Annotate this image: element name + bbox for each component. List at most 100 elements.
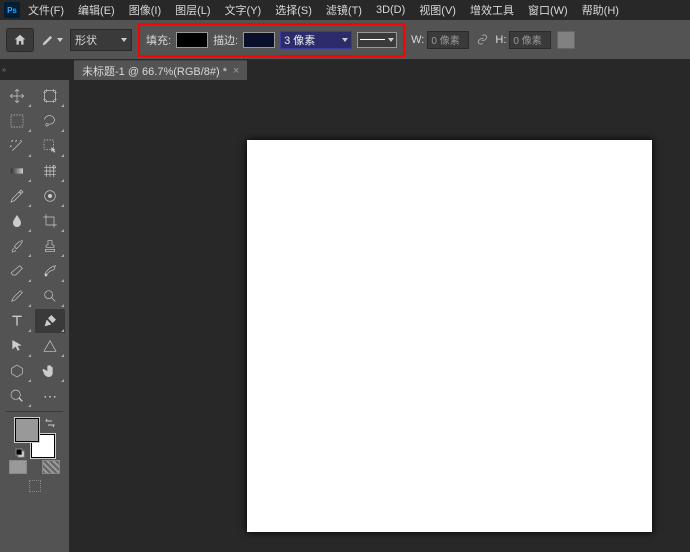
- crop-tool[interactable]: [35, 209, 65, 233]
- zoom-tool[interactable]: [2, 384, 32, 408]
- link-icon: [477, 34, 488, 45]
- stroke-style-select[interactable]: [357, 32, 397, 48]
- menu-help[interactable]: 帮助(H): [576, 1, 625, 19]
- pencil-tool[interactable]: [2, 284, 32, 308]
- quick-mask-row: [2, 460, 67, 474]
- foreground-color-swatch[interactable]: [15, 418, 39, 442]
- lasso-tool[interactable]: [35, 109, 65, 133]
- type-icon: [9, 313, 25, 329]
- arrow-icon: [9, 338, 25, 354]
- document-tab-title: 未标题-1 @ 66.7%(RGB/8#) *: [82, 63, 227, 79]
- screen-mode-button[interactable]: [29, 480, 41, 492]
- fill-swatch[interactable]: [176, 32, 208, 48]
- home-icon: [13, 33, 27, 47]
- eraser-tool[interactable]: [2, 259, 32, 283]
- stroke-width-input[interactable]: 3 像素: [280, 31, 352, 49]
- hand-icon: [42, 363, 58, 379]
- path-align-button[interactable]: [557, 31, 575, 49]
- path-select-tool[interactable]: [2, 334, 32, 358]
- app-logo: Ps: [4, 2, 20, 18]
- menu-filter[interactable]: 滤镜(T): [320, 1, 368, 19]
- menu-select[interactable]: 选择(S): [269, 1, 318, 19]
- marquee-icon: [9, 113, 25, 129]
- home-button[interactable]: [6, 28, 34, 52]
- eraser-icon: [9, 263, 25, 279]
- link-dimensions-button[interactable]: [475, 33, 489, 47]
- eyedropper-icon: [9, 188, 25, 204]
- stroke-width-value: 3 像素: [284, 32, 315, 48]
- dodge-icon: [42, 288, 58, 304]
- options-bar: 形状 填充: 描边: 3 像素 W: 0 像素 H: 0 像素: [0, 20, 690, 60]
- height-input[interactable]: 0 像素: [509, 31, 551, 49]
- width-input[interactable]: 0 像素: [427, 31, 469, 49]
- menu-view[interactable]: 视图(V): [413, 1, 462, 19]
- move-tool[interactable]: [2, 84, 32, 108]
- edit-toolbar-button[interactable]: ⋯: [35, 384, 65, 408]
- drop-icon: [9, 213, 25, 229]
- stroke-line-icon: [360, 39, 385, 40]
- menu-type[interactable]: 文字(Y): [219, 1, 268, 19]
- pencil-icon: [9, 288, 25, 304]
- object-select-tool[interactable]: [35, 134, 65, 158]
- artboard-tool[interactable]: [35, 84, 65, 108]
- fill-stroke-group: 填充: 描边: 3 像素: [138, 23, 405, 57]
- stamp-icon: [42, 238, 58, 254]
- eyedropper-tool[interactable]: [2, 184, 32, 208]
- frame-tool[interactable]: [35, 159, 65, 183]
- type-tool[interactable]: [2, 309, 32, 333]
- height-label: H:: [495, 34, 506, 46]
- wand-icon: [9, 138, 25, 154]
- shape-tool[interactable]: [2, 359, 32, 383]
- stroke-label: 描边:: [213, 32, 238, 48]
- screen-mode-row: [2, 480, 67, 492]
- objsel-icon: [42, 138, 58, 154]
- menu-image[interactable]: 图像(I): [123, 1, 167, 19]
- menu-file[interactable]: 文件(F): [22, 1, 70, 19]
- panel-collapse-strip[interactable]: »: [0, 60, 8, 80]
- brush-tool[interactable]: [2, 234, 32, 258]
- clone-stamp-tool[interactable]: [35, 234, 65, 258]
- zoom-icon: [9, 388, 25, 404]
- frame-icon: [42, 163, 58, 179]
- brush-icon: [9, 238, 25, 254]
- swap-colors-icon[interactable]: [45, 418, 55, 428]
- gradient-tool[interactable]: [2, 159, 32, 183]
- history-brush-tool[interactable]: [35, 259, 65, 283]
- magic-wand-tool[interactable]: [2, 134, 32, 158]
- lasso-icon: [42, 113, 58, 129]
- tool-mode-select[interactable]: 形状: [70, 29, 132, 51]
- hand-tool[interactable]: [35, 359, 65, 383]
- document-tab[interactable]: 未标题-1 @ 66.7%(RGB/8#) * ×: [74, 60, 247, 80]
- chevron-down-icon: [342, 38, 348, 42]
- pen-icon: [41, 33, 55, 47]
- current-tool-icon[interactable]: [40, 33, 64, 47]
- menu-edit[interactable]: 编辑(E): [72, 1, 121, 19]
- custom-shape-tool[interactable]: [35, 334, 65, 358]
- quick-mask-button[interactable]: [42, 460, 60, 474]
- chevron-down-icon: [388, 38, 394, 42]
- dodge-tool[interactable]: [35, 284, 65, 308]
- marquee-tool[interactable]: [2, 109, 32, 133]
- paint-bucket-tool[interactable]: [2, 209, 32, 233]
- height-group: H: 0 像素: [495, 31, 551, 49]
- document-tab-bar: 未标题-1 @ 66.7%(RGB/8#) * ×: [0, 60, 690, 80]
- hexagon-icon: [9, 363, 25, 379]
- standard-mode-button[interactable]: [9, 460, 27, 474]
- menu-plugins[interactable]: 增效工具: [464, 1, 520, 19]
- menu-window[interactable]: 窗口(W): [522, 1, 574, 19]
- menu-3d[interactable]: 3D(D): [370, 3, 411, 17]
- chevron-down-icon: [57, 38, 63, 42]
- default-colors-icon[interactable]: [15, 448, 25, 458]
- menu-bar: Ps 文件(F) 编辑(E) 图像(I) 图层(L) 文字(Y) 选择(S) 滤…: [0, 0, 690, 20]
- document-canvas[interactable]: [247, 140, 652, 532]
- close-tab-button[interactable]: ×: [233, 65, 239, 77]
- artboard-icon: [42, 88, 58, 104]
- expand-icon: »: [2, 67, 6, 74]
- pen-tool[interactable]: [35, 309, 65, 333]
- fill-label: 填充:: [146, 32, 171, 48]
- stroke-swatch[interactable]: [243, 32, 275, 48]
- canvas-area[interactable]: [70, 80, 690, 552]
- menu-layer[interactable]: 图层(L): [169, 1, 216, 19]
- tool-mode-label: 形状: [75, 32, 97, 48]
- spot-heal-tool[interactable]: [35, 184, 65, 208]
